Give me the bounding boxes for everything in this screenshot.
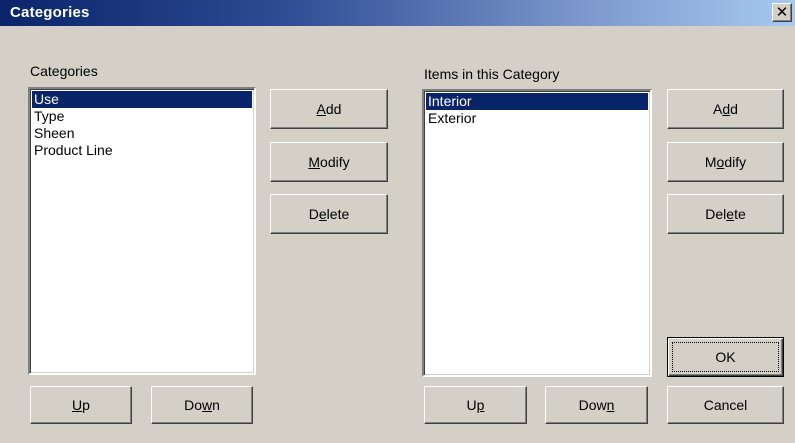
categories-dialog: Categories ✕ Categories Use Type Sheen Prod… xyxy=(0,0,795,443)
focus-rect xyxy=(672,342,779,372)
items-listbox[interactable]: Interior Exterior xyxy=(422,89,652,377)
list-item[interactable]: Interior xyxy=(426,93,648,110)
list-item[interactable]: Use xyxy=(32,91,252,108)
categories-label: Categories xyxy=(30,63,98,79)
item-down-button[interactable]: Dow n xyxy=(545,386,648,424)
list-item[interactable]: Product Line xyxy=(32,142,252,159)
category-delete-button[interactable]: De lete xyxy=(270,194,388,234)
category-add-button[interactable]: Add xyxy=(270,89,388,129)
cancel-button[interactable]: Cancel xyxy=(667,386,784,424)
list-item[interactable]: Exterior xyxy=(426,110,648,127)
list-item[interactable]: Sheen xyxy=(32,125,252,142)
item-modify-button[interactable]: Mo dify xyxy=(667,142,784,182)
category-up-button[interactable]: Up xyxy=(30,386,132,424)
items-label: Items in this Category xyxy=(424,66,560,82)
title-bar[interactable]: Categories ✕ xyxy=(0,0,795,26)
ok-button[interactable]: OK xyxy=(667,337,784,377)
category-modify-button[interactable]: Modify xyxy=(270,142,388,182)
window-title: Categories xyxy=(10,4,90,21)
close-icon: ✕ xyxy=(775,4,789,21)
item-delete-button[interactable]: Del e te xyxy=(667,194,784,234)
categories-listbox[interactable]: Use Type Sheen Product Line xyxy=(28,87,256,375)
category-down-button[interactable]: Do w n xyxy=(151,386,253,424)
close-button[interactable]: ✕ xyxy=(772,3,792,22)
item-up-button[interactable]: Up xyxy=(424,386,527,424)
list-item[interactable]: Type xyxy=(32,108,252,125)
item-add-button[interactable]: Add xyxy=(667,89,784,129)
